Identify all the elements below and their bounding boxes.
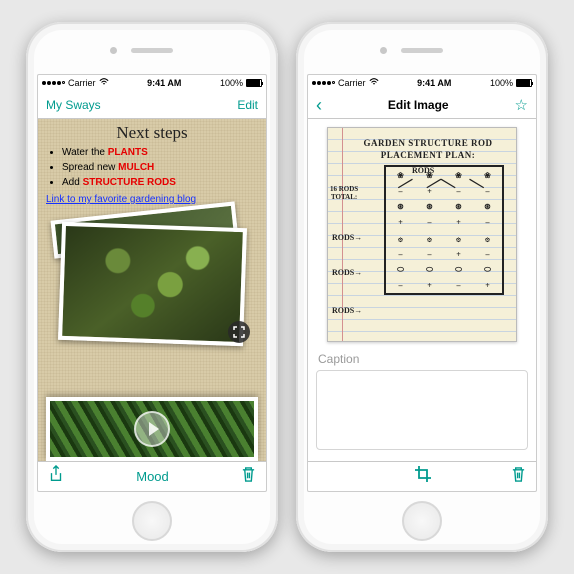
handwritten-note-image[interactable]: GARDEN STRUCTURE ROD PLACEMENT PLAN: ROD… xyxy=(327,127,517,342)
caption-input[interactable] xyxy=(316,370,528,450)
total-rods-label: 16 RODS TOTAL: xyxy=(330,186,358,201)
side-label-3: RODS→ xyxy=(332,306,362,315)
nav-bar: ‹ Edit Image ☆ xyxy=(308,91,536,119)
caption-label: Caption xyxy=(318,352,528,366)
carrier-label: Carrier xyxy=(338,78,366,88)
note-heading-1: GARDEN STRUCTURE ROD xyxy=(348,138,508,150)
phone-right: Carrier 9:41 AM 100% ‹ Edit Image ☆ GARD… xyxy=(296,22,548,552)
battery-pct: 100% xyxy=(490,78,513,88)
photo-foreground[interactable] xyxy=(58,222,247,346)
mood-button[interactable]: Mood xyxy=(136,469,169,484)
list-item: Spread new MULCH xyxy=(62,160,258,175)
battery-pct: 100% xyxy=(220,78,243,88)
screen-right: Carrier 9:41 AM 100% ‹ Edit Image ☆ GARD… xyxy=(307,74,537,492)
expand-icon[interactable] xyxy=(228,321,250,343)
content-area[interactable]: Next steps Water the PLANTS Spread new M… xyxy=(38,119,266,461)
signal-dots-icon xyxy=(312,81,335,85)
status-bar: Carrier 9:41 AM 100% xyxy=(308,75,536,91)
home-button[interactable] xyxy=(402,501,442,541)
phone-speaker xyxy=(131,48,173,53)
phone-camera xyxy=(380,47,387,54)
phone-speaker xyxy=(401,48,443,53)
nav-bar: My Sways Edit xyxy=(38,91,266,119)
phone-left: Carrier 9:41 AM 100% My Sways Edit Next … xyxy=(26,22,278,552)
video-thumbnail[interactable] xyxy=(46,397,258,461)
status-bar: Carrier 9:41 AM 100% xyxy=(38,75,266,91)
phone-camera xyxy=(110,47,117,54)
rods-top-label: RODS xyxy=(412,166,434,175)
page-title: Edit Image xyxy=(322,98,515,112)
carrier-label: Carrier xyxy=(68,78,96,88)
top-arrows-icon xyxy=(384,177,498,187)
favorite-star-icon[interactable]: ☆ xyxy=(515,96,528,114)
back-button[interactable]: My Sways xyxy=(46,98,101,112)
content-area: GARDEN STRUCTURE ROD PLACEMENT PLAN: ROD… xyxy=(308,119,536,461)
status-time: 9:41 AM xyxy=(417,78,451,88)
photo-stack[interactable] xyxy=(46,211,258,361)
wifi-icon xyxy=(369,78,379,88)
wifi-icon xyxy=(99,78,109,88)
side-label-2: RODS→ xyxy=(332,268,362,277)
battery-icon xyxy=(246,79,262,87)
play-icon[interactable] xyxy=(134,411,170,447)
share-icon[interactable] xyxy=(48,465,64,488)
battery-icon xyxy=(516,79,532,87)
screen-left: Carrier 9:41 AM 100% My Sways Edit Next … xyxy=(37,74,267,492)
side-label-1: RODS→ xyxy=(332,233,362,242)
status-time: 9:41 AM xyxy=(147,78,181,88)
note-title: Next steps xyxy=(46,123,258,143)
note-heading-2: PLACEMENT PLAN: xyxy=(348,150,508,162)
edit-button[interactable]: Edit xyxy=(237,98,258,112)
bullet-list: Water the PLANTS Spread new MULCH Add ST… xyxy=(46,145,258,190)
bottom-toolbar: Mood xyxy=(38,461,266,491)
list-item: Add STRUCTURE RODS xyxy=(62,175,258,190)
home-button[interactable] xyxy=(132,501,172,541)
bottom-toolbar xyxy=(308,461,536,491)
trash-icon[interactable] xyxy=(511,466,526,488)
list-item: Water the PLANTS xyxy=(62,145,258,160)
trash-icon[interactable] xyxy=(241,466,256,488)
signal-dots-icon xyxy=(42,81,65,85)
crop-icon[interactable] xyxy=(414,465,432,488)
